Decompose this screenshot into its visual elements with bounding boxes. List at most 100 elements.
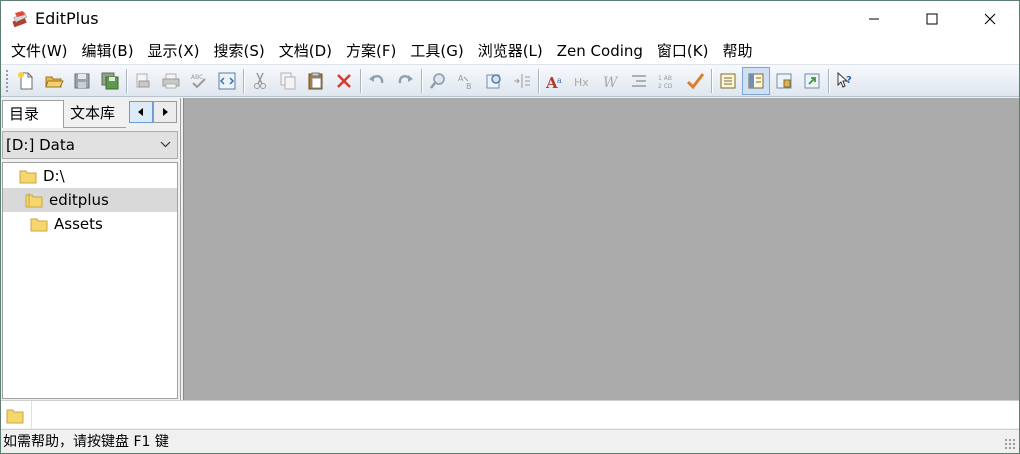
tab-scroll-left-button[interactable]: [129, 101, 153, 123]
menu-file[interactable]: 文件(W): [4, 38, 75, 64]
tab-scroll-right-button[interactable]: [153, 101, 177, 123]
check-icon: [686, 72, 705, 89]
tree-item-drive[interactable]: D:\: [19, 164, 177, 188]
view-document-icon: [720, 73, 736, 88]
svg-text:ABC: ABC: [191, 74, 203, 81]
tree-item-label: Assets: [54, 215, 103, 233]
hex-view-icon: Hx: [574, 76, 589, 89]
replace-icon: AB: [458, 74, 472, 91]
browser-preview-button[interactable]: [213, 67, 241, 95]
toolbar-grip[interactable]: [5, 68, 9, 93]
print-button[interactable]: [157, 67, 185, 95]
maximize-button[interactable]: [903, 1, 961, 37]
cut-button[interactable]: [246, 67, 274, 95]
check-button[interactable]: [681, 67, 709, 95]
line-number-button[interactable]: 1 AB 2 CD: [653, 67, 681, 95]
chevron-down-icon: [160, 141, 171, 148]
delete-button[interactable]: [330, 67, 358, 95]
tree-item-assets[interactable]: Assets: [30, 212, 177, 236]
close-icon: [984, 13, 996, 25]
menu-edit[interactable]: 编辑(B): [75, 38, 141, 64]
resize-grip[interactable]: [1004, 438, 1016, 450]
indent-icon: [632, 74, 646, 87]
view-cliptext-icon: [776, 73, 792, 88]
word-wrap-button[interactable]: W: [597, 67, 625, 95]
view-directory-icon: [748, 73, 764, 88]
tab-cliptext[interactable]: 文本库: [64, 100, 126, 128]
new-file-button[interactable]: [12, 67, 40, 95]
go-to-line-icon: [514, 73, 530, 88]
menu-browser[interactable]: 浏览器(L): [471, 38, 550, 64]
editplus-window: EditPlus 文件(W) 编辑(B) 显示(X) 搜索(S) 文档(D) 方…: [0, 0, 1020, 454]
editplus-logo-icon: [12, 11, 28, 28]
copy-icon: [280, 72, 296, 89]
spell-check-icon: ABC: [191, 74, 206, 88]
close-button[interactable]: [961, 1, 1019, 37]
menu-document[interactable]: 文档(D): [272, 38, 339, 64]
spell-check-button[interactable]: ABC: [185, 67, 213, 95]
toolbar-separator: [243, 68, 244, 93]
document-tab-bar: [1, 400, 1019, 429]
editor-area[interactable]: [183, 98, 1019, 400]
menu-search[interactable]: 搜索(S): [207, 38, 272, 64]
toolbar: ABC AB A a Hx W 1 AB 2 CD ?: [1, 64, 1019, 97]
open-file-button[interactable]: [40, 67, 68, 95]
drive-select[interactable]: [D:] Data: [2, 131, 178, 159]
replace-button[interactable]: AB: [452, 67, 480, 95]
print-preview-button[interactable]: [129, 67, 157, 95]
minimize-icon: [869, 18, 879, 20]
view-output-button[interactable]: [798, 67, 826, 95]
panel-tabs: 目录 文本库: [1, 98, 181, 128]
paste-button[interactable]: [302, 67, 330, 95]
find-in-files-button[interactable]: [480, 67, 508, 95]
copy-button[interactable]: [274, 67, 302, 95]
find-button[interactable]: [424, 67, 452, 95]
menu-help[interactable]: 帮助: [715, 38, 759, 64]
folder-tree[interactable]: D:\ editplus Assets: [2, 162, 178, 399]
svg-text:W: W: [603, 75, 619, 91]
indent-button[interactable]: [625, 67, 653, 95]
hex-view-button[interactable]: Hx: [569, 67, 597, 95]
context-help-button[interactable]: ?: [831, 67, 859, 95]
triangle-left-icon: [138, 108, 143, 116]
menu-zen-coding[interactable]: Zen Coding: [550, 38, 650, 64]
font-button[interactable]: Aa: [541, 67, 569, 95]
help-cursor-icon: ?: [837, 71, 852, 88]
menu-window[interactable]: 窗口(K): [650, 38, 716, 64]
undo-button[interactable]: [363, 67, 391, 95]
view-directory-button[interactable]: [742, 66, 770, 95]
redo-icon: [398, 74, 413, 83]
tree-item-editplus[interactable]: editplus: [3, 188, 177, 212]
menu-view[interactable]: 显示(X): [141, 38, 207, 64]
tab-directory[interactable]: 目录: [2, 100, 64, 128]
find-in-files-icon: [486, 73, 501, 88]
drive-select-value: [D:] Data: [6, 136, 75, 154]
open-folder-icon: [25, 193, 43, 208]
line-number-icon: 1 AB2 CD: [658, 75, 673, 90]
status-bar: 如需帮助，请按键盘 F1 键: [1, 429, 1019, 453]
cut-icon: [254, 72, 266, 89]
open-folder-icon: [45, 76, 64, 87]
save-all-button[interactable]: [96, 67, 124, 95]
new-file-icon: [18, 71, 33, 89]
menu-project[interactable]: 方案(F): [339, 38, 403, 64]
undo-icon: [369, 74, 384, 83]
redo-button[interactable]: [391, 67, 419, 95]
toolbar-separator: [421, 68, 422, 93]
menu-tools[interactable]: 工具(G): [403, 38, 470, 64]
svg-text:1 AB: 1 AB: [658, 75, 672, 82]
title-bar: EditPlus: [1, 1, 1019, 37]
go-to-line-button[interactable]: [508, 67, 536, 95]
folder-icon[interactable]: [6, 406, 24, 424]
view-cliptext-button[interactable]: [770, 67, 798, 95]
view-output-icon: [804, 73, 820, 88]
toolbar-separator: [538, 68, 539, 93]
view-document-button[interactable]: [714, 67, 742, 95]
triangle-right-icon: [163, 108, 168, 116]
maximize-icon: [926, 13, 938, 25]
save-button[interactable]: [68, 67, 96, 95]
toolbar-separator: [126, 68, 127, 93]
minimize-button[interactable]: [845, 1, 903, 37]
svg-text:A: A: [458, 74, 464, 83]
tree-item-label: editplus: [49, 191, 109, 209]
